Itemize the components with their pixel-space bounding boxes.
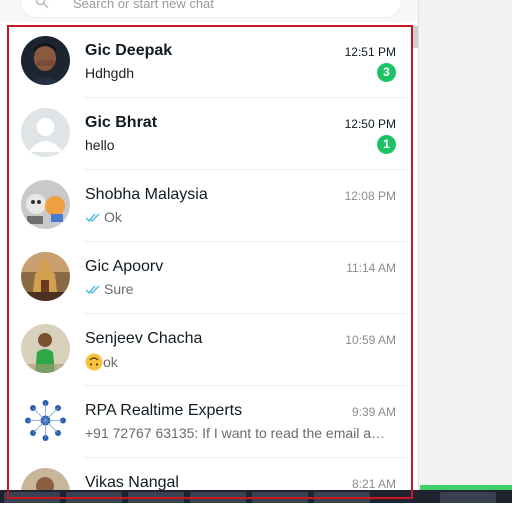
search-icon — [35, 0, 49, 9]
doll-photo-icon — [21, 180, 70, 229]
chat-row-shobha-malaysia[interactable]: Shobha Malaysia 12:08 PM Ok — [9, 170, 409, 242]
upside-down-face-icon — [85, 353, 103, 371]
person-photo-icon — [21, 36, 70, 85]
chat-row-vikas-nangal[interactable]: Vikas Nangal 8:21 AM — [9, 458, 409, 494]
chat-row-gic-apoorv[interactable]: Gic Apoorv 11:14 AM Sure — [9, 242, 409, 314]
message-time: 12:50 PM — [344, 117, 396, 131]
temple-photo-icon — [21, 252, 70, 301]
search-area — [0, 0, 418, 22]
conversation-pane — [418, 0, 512, 490]
message-preview-text: ok — [103, 354, 118, 370]
chat-row-gic-deepak[interactable]: Gic Deepak 12:51 PM Hdhgdh 3 — [9, 26, 409, 98]
double-check-icon — [85, 213, 100, 223]
message-time: 11:14 AM — [346, 261, 396, 275]
bottom-blank — [0, 503, 512, 524]
message-time: 9:39 AM — [351, 405, 396, 419]
chat-row-senjeev-chacha[interactable]: Senjeev Chacha 10:59 AM ok — [9, 314, 409, 386]
search-box[interactable] — [20, 0, 402, 18]
unread-count-badge: 1 — [377, 135, 396, 154]
chat-list-column: Gic Deepak 12:51 PM Hdhgdh 3 Gic Bhrat 1… — [0, 0, 418, 499]
message-preview: ok — [85, 353, 389, 371]
message-preview: Hdhgdh — [85, 65, 135, 81]
chat-list: Gic Deepak 12:51 PM Hdhgdh 3 Gic Bhrat 1… — [9, 26, 409, 494]
unread-count-badge: 3 — [377, 63, 396, 82]
network-diagram-icon — [21, 396, 70, 445]
message-time: 8:21 AM — [351, 477, 396, 491]
double-check-icon — [85, 285, 100, 295]
message-preview: hello — [85, 137, 115, 153]
chat-row-rpa-realtime-experts[interactable]: RPA Realtime Experts 9:39 AM +91 72767 6… — [9, 386, 409, 458]
message-preview: Ok — [85, 209, 389, 225]
message-time: 12:51 PM — [344, 45, 396, 59]
contact-name: Gic Apoorv — [85, 258, 164, 275]
message-preview: Sure — [85, 281, 389, 297]
message-time: 12:08 PM — [344, 189, 396, 203]
contact-name: Senjeev Chacha — [85, 330, 203, 347]
contact-name: Gic Deepak — [85, 42, 173, 59]
contact-name: RPA Realtime Experts — [85, 402, 243, 419]
message-time: 10:59 AM — [345, 333, 396, 347]
message-preview-text: Sure — [104, 281, 134, 297]
search-input[interactable] — [71, 0, 375, 13]
person-photo-icon — [21, 324, 70, 373]
contact-name: Gic Bhrat — [85, 114, 158, 131]
whatsapp-web-window: Gic Deepak 12:51 PM Hdhgdh 3 Gic Bhrat 1… — [0, 0, 512, 524]
message-preview: +91 72767 63135: If I want to read the e… — [85, 425, 389, 441]
message-preview-text: Ok — [104, 209, 122, 225]
chat-row-gic-bhrat[interactable]: Gic Bhrat 12:50 PM hello 1 — [9, 98, 409, 170]
contact-name: Shobha Malaysia — [85, 186, 208, 203]
default-avatar-icon — [21, 108, 70, 157]
